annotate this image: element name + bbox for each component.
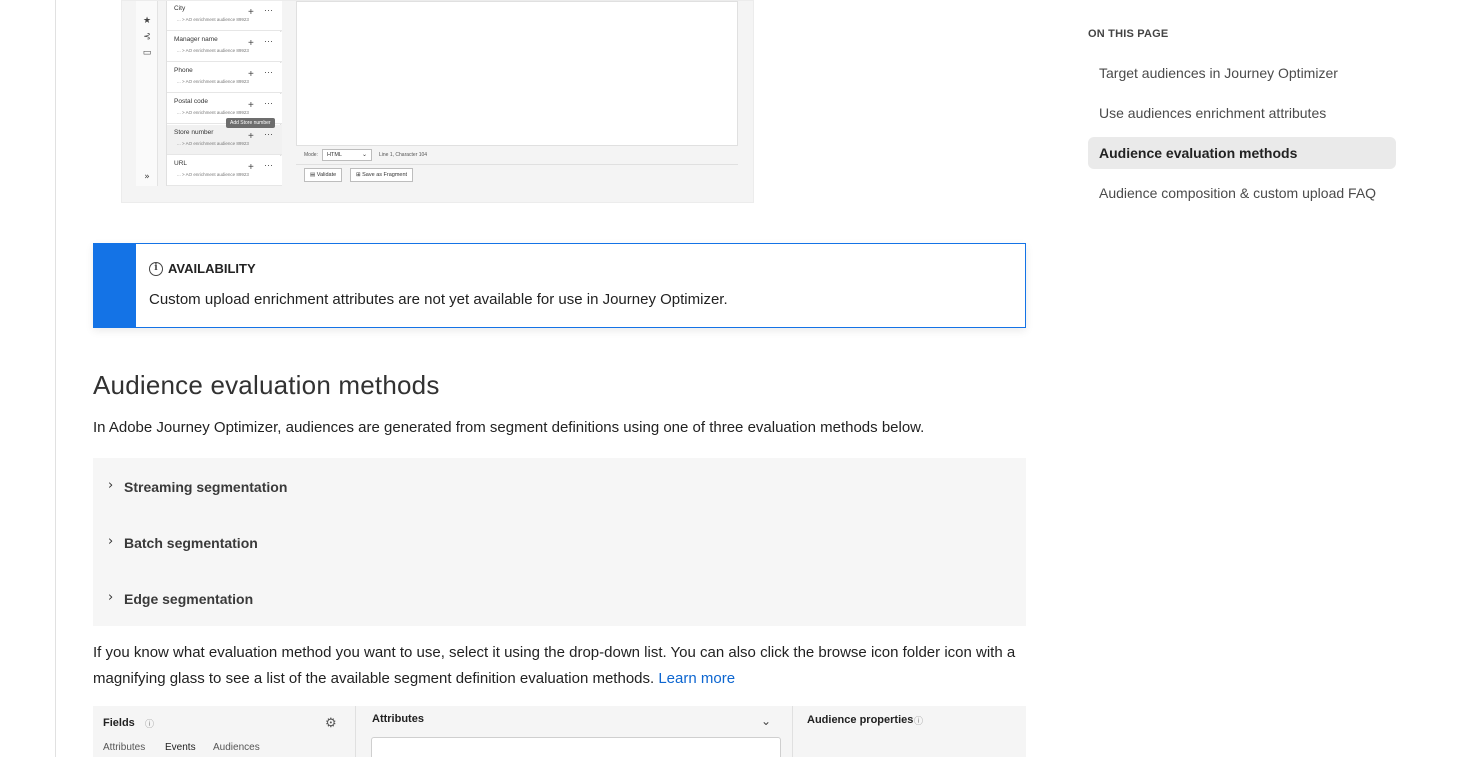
- gear-icon: ⚙: [325, 715, 337, 730]
- evaluation-methods-accordion: › Streaming segmentation › Batch segment…: [93, 458, 1026, 626]
- learn-more-link[interactable]: Learn more: [658, 670, 735, 687]
- fragment-icon: ⊰: [143, 32, 151, 42]
- star-icon: ★: [142, 16, 152, 26]
- toc-item-enrichment-attributes[interactable]: Use audiences enrichment attributes: [1088, 97, 1396, 129]
- add-icon: +: [248, 38, 254, 49]
- more-icon: ···: [264, 36, 273, 46]
- fields-list: City ... > AO enrichment audience 89923 …: [166, 1, 282, 186]
- alert-accent-bar: [94, 244, 136, 327]
- mode-select: HTML ⌄: [322, 149, 372, 161]
- more-icon: ···: [264, 129, 273, 139]
- personalization-editor-screenshot: ★ ⊰ ▭ » City ... > AO enrichment audienc…: [121, 0, 754, 203]
- info-icon: ⓘ: [145, 719, 155, 729]
- add-icon: +: [248, 131, 254, 142]
- save-fragment-button: ⊞ Save as Fragment: [350, 168, 414, 182]
- field-item: Store number ... > AO enrichment audienc…: [167, 125, 282, 155]
- chevron-right-icon: ›: [108, 590, 114, 605]
- fields-title: Fields: [103, 717, 135, 729]
- field-path: ... > AO enrichment audience 89923: [177, 48, 249, 53]
- editor-button-row: ▤ Validate ⊞ Save as Fragment: [296, 164, 738, 186]
- validate-label: Validate: [316, 172, 337, 178]
- add-icon: +: [248, 69, 254, 80]
- audience-properties-panel: Audience properties ⓘ: [794, 706, 1026, 757]
- add-icon: +: [248, 7, 254, 18]
- availability-alert: i AVAILABILITY Custom upload enrichment …: [93, 243, 1026, 328]
- paragraph-text: If you know what evaluation method you w…: [93, 644, 1016, 687]
- field-name: Store number: [174, 129, 214, 136]
- section-intro: In Adobe Journey Optimizer, audiences ar…: [93, 419, 925, 436]
- attributes-panel: Attributes ⌄: [357, 706, 793, 757]
- expand-rail-icon: »: [144, 172, 150, 182]
- editor-mode-row: Mode: HTML ⌄ Line 1, Character 104: [296, 147, 738, 163]
- chevron-down-icon: ⌄: [361, 152, 367, 158]
- evaluation-method-paragraph: If you know what evaluation method you w…: [93, 640, 1023, 692]
- more-icon: ···: [264, 67, 273, 77]
- accordion-label: Batch segmentation: [124, 535, 258, 551]
- save-fragment-label: Save as Fragment: [362, 172, 408, 178]
- tab-audiences: Audiences: [213, 742, 260, 753]
- attributes-input: [371, 737, 781, 757]
- field-item: City ... > AO enrichment audience 89923 …: [167, 1, 282, 31]
- page: ★ ⊰ ▭ » City ... > AO enrichment audienc…: [0, 0, 1477, 757]
- alert-heading: i AVAILABILITY: [149, 261, 256, 276]
- more-icon: ···: [264, 98, 273, 108]
- field-path: ... > AO enrichment audience 89923: [177, 172, 249, 177]
- chevron-right-icon: ›: [108, 534, 114, 549]
- field-name: City: [174, 5, 186, 12]
- validate-button: ▤ Validate: [304, 168, 343, 182]
- segment-builder-screenshot: Fields ⓘ ⚙ Attributes Events Audiences A…: [93, 706, 1026, 757]
- cursor-position: Line 1, Character 104: [379, 152, 428, 158]
- add-field-tooltip: Add Store number: [226, 118, 275, 128]
- accordion-item-edge[interactable]: › Edge segmentation: [93, 570, 1026, 626]
- toc-heading: ON THIS PAGE: [1088, 28, 1169, 40]
- toc-item-target-audiences[interactable]: Target audiences in Journey Optimizer: [1088, 57, 1396, 89]
- more-icon: ···: [264, 5, 273, 15]
- calendar-icon: ▭: [142, 48, 152, 58]
- field-name: Phone: [174, 67, 193, 74]
- audience-properties-title: Audience properties: [807, 714, 914, 726]
- accordion-label: Streaming segmentation: [124, 479, 288, 495]
- mode-value: HTML: [327, 152, 342, 158]
- info-icon: ⓘ: [914, 716, 924, 726]
- section-title: Audience evaluation methods: [93, 370, 440, 400]
- fields-panel: Fields ⓘ ⚙ Attributes Events Audiences: [93, 706, 356, 757]
- accordion-item-streaming[interactable]: › Streaming segmentation: [93, 458, 1026, 514]
- tab-events: Events: [165, 742, 196, 753]
- field-path: ... > AO enrichment audience 89923: [177, 17, 249, 22]
- attributes-title: Attributes: [372, 713, 424, 725]
- field-name: Manager name: [174, 36, 218, 43]
- info-icon: i: [149, 261, 163, 276]
- tab-attributes: Attributes: [103, 742, 146, 753]
- field-name: URL: [174, 160, 188, 167]
- alert-body: Custom upload enrichment attributes are …: [149, 291, 728, 308]
- field-item: URL ... > AO enrichment audience 89923 +…: [167, 156, 282, 186]
- accordion-label: Edge segmentation: [124, 591, 254, 607]
- toc-item-composition-faq[interactable]: Audience composition & custom upload FAQ: [1088, 177, 1396, 209]
- accordion-item-batch[interactable]: › Batch segmentation: [93, 514, 1026, 570]
- editor-left-rail: ★ ⊰ ▭ »: [136, 1, 158, 186]
- add-icon: +: [248, 100, 254, 111]
- more-icon: ···: [264, 160, 273, 170]
- field-item: Manager name ... > AO enrichment audienc…: [167, 32, 282, 62]
- add-icon: +: [248, 162, 254, 173]
- mode-label: Mode:: [304, 152, 318, 158]
- chevron-down-icon: ⌄: [761, 714, 772, 728]
- chevron-right-icon: ›: [108, 478, 114, 493]
- field-path: ... > AO enrichment audience 89923: [177, 110, 249, 115]
- alert-title: AVAILABILITY: [168, 261, 256, 276]
- toc-item-evaluation-methods[interactable]: Audience evaluation methods: [1088, 137, 1396, 169]
- content-divider: [55, 0, 56, 757]
- field-item: Phone ... > AO enrichment audience 89923…: [167, 63, 282, 93]
- code-editor-area: [296, 1, 738, 146]
- field-path: ... > AO enrichment audience 89923: [177, 141, 249, 146]
- field-name: Postal code: [174, 98, 208, 105]
- field-path: ... > AO enrichment audience 89923: [177, 79, 249, 84]
